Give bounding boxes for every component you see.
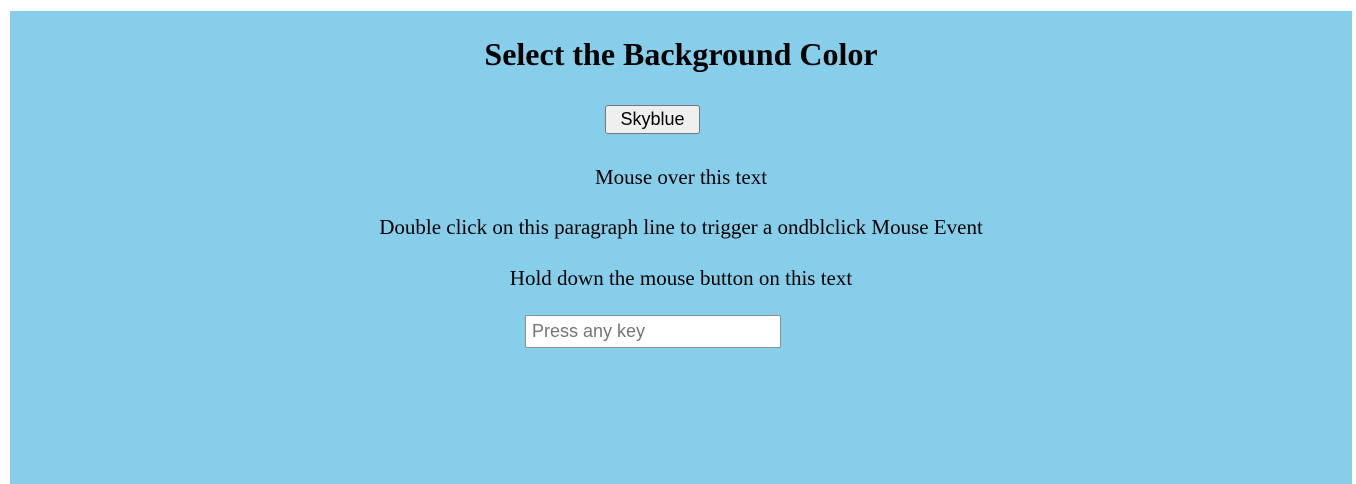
page-title: Select the Background Color: [484, 36, 878, 72]
keypress-input[interactable]: [525, 315, 781, 348]
mousedown-text[interactable]: Hold down the mouse button on this text: [10, 265, 1352, 291]
skyblue-color-button[interactable]: Skyblue: [605, 105, 700, 134]
mouseover-text[interactable]: Mouse over this text: [10, 164, 1352, 190]
page-panel: Select the Background Color Skyblue Mous…: [10, 11, 1352, 484]
dblclick-text[interactable]: Double click on this paragraph line to t…: [10, 214, 1352, 240]
